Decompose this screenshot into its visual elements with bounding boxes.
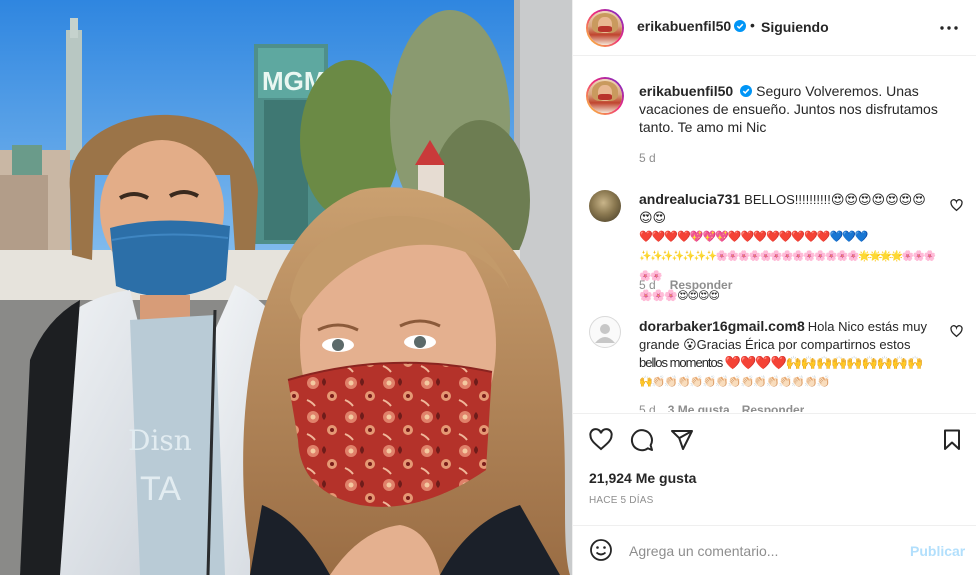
comment-meta: 5 d 3 Me gusta Responder — [639, 403, 804, 412]
comment-like-heart-icon[interactable] — [950, 199, 963, 212]
bookmark-icon[interactable] — [940, 428, 964, 452]
comment-like-heart-icon[interactable] — [950, 325, 963, 338]
caption-age: 5 d — [639, 151, 656, 165]
comment-line-3: bellos momentos ❤️❤️❤️❤️🙌🙌🙌🙌🙌🙌🙌🙌🙌 — [639, 355, 923, 370]
verified-badge-icon — [734, 20, 747, 32]
author-username[interactable]: erikabuenfil50 — [637, 18, 731, 34]
comment-username[interactable]: dorarbaker16gmail.com8 — [639, 318, 805, 334]
comment-meta: 5 d Responder — [639, 278, 732, 292]
comment-likes[interactable]: 3 Me gusta — [668, 403, 730, 412]
default-avatar-icon — [589, 316, 621, 348]
reply-button[interactable]: Responder — [670, 278, 733, 292]
caption-line-2: vacaciones de ensueño. Juntos nos disfru… — [639, 101, 938, 117]
more-options-icon[interactable] — [940, 26, 958, 30]
commenter-avatar[interactable] — [589, 190, 621, 222]
caption-username[interactable]: erikabuenfil50 — [639, 83, 733, 99]
comment-age: 5 d — [639, 403, 656, 412]
selfie-photo: MGM Disn TA — [0, 0, 572, 575]
divider — [573, 413, 976, 414]
comment-line-2: grande 😮Gracias Érica por compartirnos e… — [639, 337, 911, 352]
header-separator: • — [750, 17, 755, 33]
svg-text:TA: TA — [140, 470, 181, 508]
post-modal: MGM Disn TA erikabuenfil50 • Siguiendo e… — [0, 0, 976, 575]
add-comment-input[interactable] — [629, 543, 889, 559]
comment-icon[interactable] — [630, 428, 654, 452]
caption-avatar[interactable] — [586, 77, 624, 115]
post-photo[interactable]: MGM Disn TA — [0, 0, 572, 575]
heart-icon[interactable] — [589, 428, 613, 452]
commenter-avatar[interactable] — [589, 316, 621, 348]
svg-text:Disn: Disn — [128, 424, 192, 457]
comment-age: 5 d — [639, 278, 656, 292]
verified-badge-icon — [740, 85, 753, 97]
comment-line-1: Hola Nico estás muy — [807, 319, 927, 334]
author-username-header[interactable]: erikabuenfil50 — [637, 18, 747, 34]
post-time[interactable]: HACE 5 DÍAS — [589, 495, 653, 506]
caption: erikabuenfil50 Seguro Volveremos. Unas va… — [639, 82, 969, 136]
emoji-icon[interactable] — [589, 538, 613, 562]
comment-line-4: 🙌👏🏻👏🏻👏🏻👏🏻👏🏻👏🏻👏🏻👏🏻👏🏻👏🏻👏🏻👏🏻👏🏻👏🏻 — [639, 376, 830, 388]
comment-line-2: ❤️❤️❤️❤️💖💖💖❤️❤️❤️❤️❤️❤️❤️❤️💙💙💙 — [639, 231, 869, 243]
author-avatar[interactable] — [586, 9, 624, 47]
caption-line-1: Seguro Volveremos. Unas — [756, 83, 919, 99]
comment-username[interactable]: andrealucia731 — [639, 191, 740, 207]
caption-line-3: tanto. Te amo mi Nic — [639, 119, 767, 135]
following-button[interactable]: Siguiendo — [761, 19, 829, 35]
paper-plane-icon[interactable] — [670, 428, 694, 452]
like-count[interactable]: 21,924 Me gusta — [589, 470, 696, 486]
comment-text: dorarbaker16gmail.com8 Hola Nico estás mu… — [639, 317, 939, 391]
divider — [573, 525, 976, 526]
publish-button[interactable]: Publicar — [910, 543, 965, 559]
reply-button[interactable]: Responder — [742, 403, 805, 412]
